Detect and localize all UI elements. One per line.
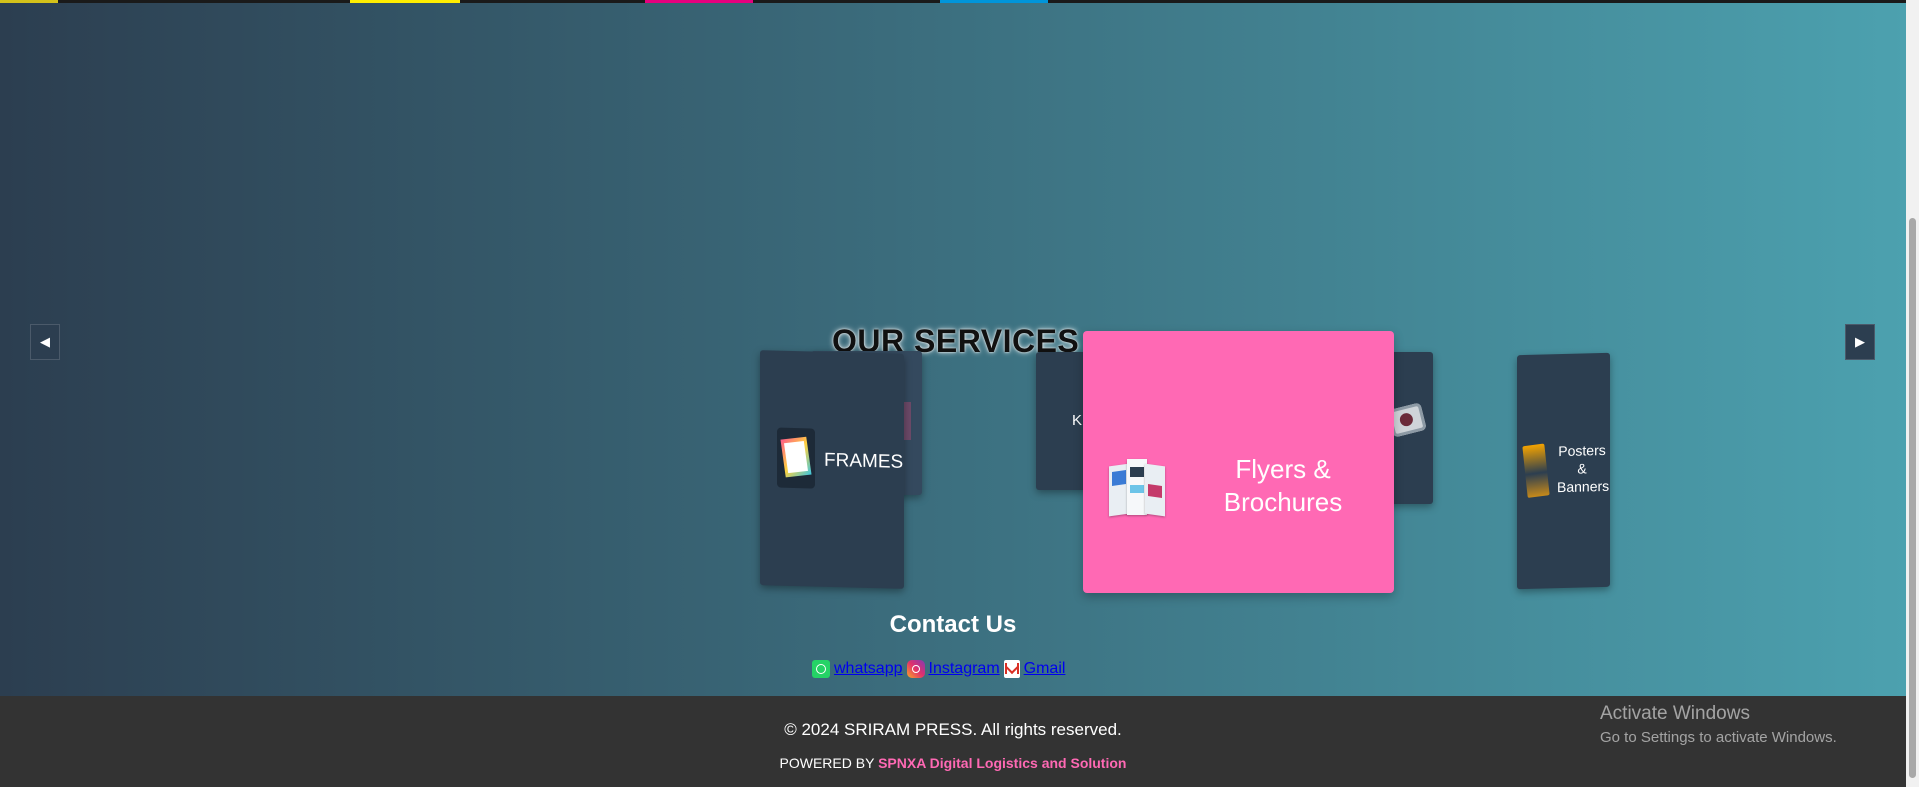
gmail-link-label: Gmail — [1023, 660, 1066, 677]
powered-by-brand[interactable]: SPNXA Digital Logistics and Solution — [878, 755, 1126, 771]
scrollbar-thumb[interactable] — [1909, 218, 1916, 778]
whatsapp-link-label: whatsapp — [834, 660, 903, 677]
service-card-label: Flyers & Brochures — [1223, 454, 1343, 517]
page-scrollbar[interactable] — [1906, 0, 1919, 787]
gmail-icon — [1003, 659, 1020, 678]
carousel-next-button[interactable]: ▶ — [1845, 324, 1875, 360]
carousel-prev-button[interactable]: ◀ — [30, 324, 60, 360]
service-card-label: Posters & Banners — [1557, 441, 1610, 496]
activate-windows-subtitle: Go to Settings to activate Windows. — [1600, 729, 1837, 746]
powered-by-text: POWERED BY SPNXA Digital Logistics and S… — [0, 755, 1906, 771]
service-card-partial-label: K — [1072, 412, 1083, 429]
contact-links: whatsapp Instagram Gmail — [812, 659, 1066, 678]
frame-icon — [777, 427, 815, 489]
service-card-frames[interactable]: FRAMES — [760, 350, 904, 589]
activate-windows-title: Activate Windows — [1600, 703, 1750, 724]
whatsapp-icon — [812, 660, 830, 678]
contact-title: Contact Us — [889, 611, 1017, 638]
powered-by-prefix: POWERED BY — [779, 755, 875, 771]
poster-icon — [1522, 443, 1550, 498]
activate-windows-watermark: Activate Windows Go to Settings to activ… — [1600, 703, 1837, 746]
gmail-link[interactable]: Gmail — [1003, 659, 1066, 678]
whatsapp-link[interactable]: whatsapp — [812, 660, 903, 678]
instagram-link[interactable]: Instagram — [906, 660, 1000, 678]
service-card-label: FRAMES — [824, 449, 904, 473]
triangle-left-icon: ◀ — [40, 334, 50, 350]
service-card-back[interactable]: K — [1036, 352, 1088, 490]
instagram-icon — [906, 660, 925, 678]
brochure-icon — [1109, 459, 1165, 521]
service-card-flyers-brochures[interactable]: Flyers & Brochures — [1083, 331, 1394, 593]
service-card-posters-banners[interactable]: Posters & Banners — [1517, 352, 1610, 590]
instagram-link-label: Instagram — [928, 660, 1000, 677]
triangle-right-icon: ▶ — [1855, 334, 1865, 350]
